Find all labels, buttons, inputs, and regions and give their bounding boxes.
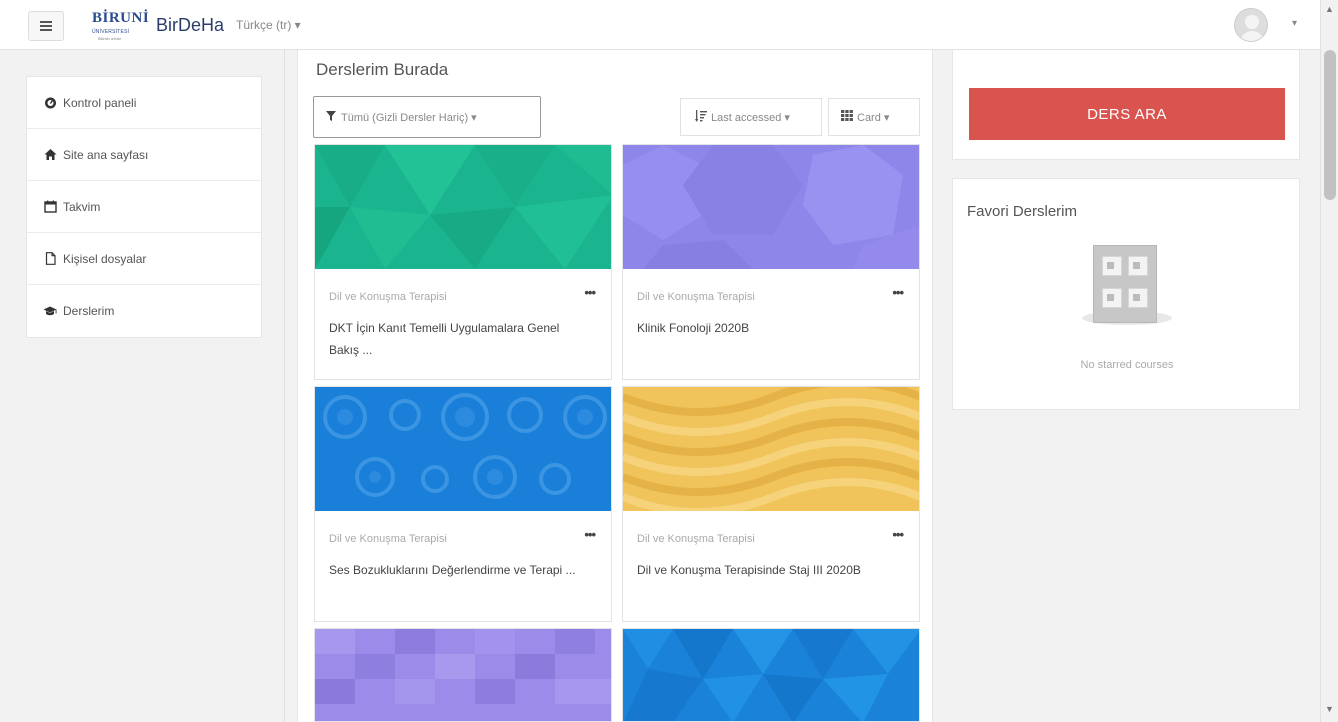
course-overview: Derslerim Burada Tümü (Gizli Dersler Har… <box>297 50 933 722</box>
nav-drawer: Kontrol paneli Site ana sayfası Takvim K… <box>0 50 285 722</box>
top-navbar: BİRUNİ ÜNİVERSİTESİ Bilimin izinde BirDe… <box>0 0 1320 50</box>
course-filter-dropdown[interactable]: Tümü (Gizli Dersler Hariç) ▾ <box>313 96 541 138</box>
course-name[interactable]: Dil ve Konuşma Terapisinde Staj III 2020… <box>637 559 893 581</box>
scroll-down-arrow-icon[interactable]: ▼ <box>1325 704 1334 714</box>
sidebar-item-label: Kişisel dosyalar <box>63 251 147 266</box>
course-search-button[interactable]: DERS ARA <box>969 88 1285 140</box>
course-card[interactable]: Dil ve Konuşma Terapisi ••• Ses Bozukluk… <box>314 386 612 622</box>
sidebar-item-private-files[interactable]: Kişisel dosyalar <box>27 233 261 285</box>
language-menu[interactable]: Türkçe (tr) ▾ <box>236 18 301 32</box>
sidebar-item-label: Kontrol paneli <box>63 95 137 110</box>
sidebar-item-label: Site ana sayfası <box>63 147 149 162</box>
course-card[interactable] <box>314 628 612 722</box>
course-category: Dil ve Konuşma Terapisi <box>329 291 447 303</box>
file-icon <box>43 252 57 266</box>
right-sidebar: DERS ARA Favori Derslerim No starred cou… <box>940 50 1320 722</box>
sort-label: Last accessed ▾ <box>711 111 790 124</box>
course-name[interactable]: DKT İçin Kanıt Temelli Uygulamalara Gene… <box>329 317 585 361</box>
course-category: Dil ve Konuşma Terapisi <box>637 291 755 303</box>
page-scrollbar[interactable]: ▲ ▼ <box>1320 0 1338 722</box>
course-image <box>623 629 919 721</box>
course-card[interactable] <box>622 628 920 722</box>
sidebar-item-site-home[interactable]: Site ana sayfası <box>27 129 261 181</box>
course-name[interactable]: Klinik Fonoloji 2020B <box>637 317 893 339</box>
filter-icon <box>326 110 336 124</box>
sidebar-item-calendar[interactable]: Takvim <box>27 181 261 233</box>
view-mode-dropdown[interactable]: Card ▾ <box>828 98 920 136</box>
course-category: Dil ve Konuşma Terapisi <box>637 533 755 545</box>
empty-courses-icon <box>1093 245 1157 323</box>
sidebar-item-my-courses[interactable]: Derslerim <box>27 285 261 337</box>
sidebar-item-label: Derslerim <box>63 304 115 318</box>
starred-courses-title: Favori Derslerim <box>967 203 1078 220</box>
course-image <box>623 387 919 511</box>
course-card[interactable]: Dil ve Konuşma Terapisi ••• DKT İçin Kan… <box>314 144 612 380</box>
home-icon <box>43 148 57 162</box>
course-card[interactable]: Dil ve Konuşma Terapisi ••• Dil ve Konuş… <box>622 386 920 622</box>
brand[interactable]: BİRUNİ ÜNİVERSİTESİ Bilimin izinde BirDe… <box>90 8 224 42</box>
scroll-up-arrow-icon[interactable]: ▲ <box>1325 4 1334 14</box>
page-title: Derslerim Burada <box>316 60 449 79</box>
menu-toggle-button[interactable] <box>28 11 64 41</box>
more-options-icon[interactable]: ••• <box>584 285 596 300</box>
course-card[interactable]: Dil ve Konuşma Terapisi ••• Klinik Fonol… <box>622 144 920 380</box>
starred-courses-empty-message: No starred courses <box>1080 359 1174 371</box>
user-avatar[interactable] <box>1234 8 1268 42</box>
course-image <box>315 145 611 269</box>
logo-subtext: ÜNİVERSİTESİ <box>92 29 130 35</box>
logo-text: BİRUNİ <box>92 10 150 26</box>
course-name[interactable]: Ses Bozukluklarını Değerlendirme ve Tera… <box>329 559 585 581</box>
course-category: Dil ve Konuşma Terapisi <box>329 533 447 545</box>
grid-icon <box>841 110 853 124</box>
graduation-cap-icon <box>43 304 57 318</box>
sidebar-item-dashboard[interactable]: Kontrol paneli <box>27 77 261 129</box>
more-options-icon[interactable]: ••• <box>892 527 904 542</box>
course-image <box>315 387 611 511</box>
sort-dropdown[interactable]: Last accessed ▾ <box>680 98 822 136</box>
starred-courses-block: Favori Derslerim No starred courses <box>952 178 1300 410</box>
course-search-block: DERS ARA <box>952 50 1300 160</box>
hamburger-icon <box>40 21 52 31</box>
calendar-icon <box>43 200 57 214</box>
course-image <box>315 629 611 721</box>
logo-tagline: Bilimin izinde <box>98 36 122 41</box>
more-options-icon[interactable]: ••• <box>584 527 596 542</box>
view-label: Card ▾ <box>857 111 890 124</box>
user-menu-caret-icon[interactable]: ▾ <box>1292 18 1297 29</box>
scrollbar-thumb[interactable] <box>1324 50 1336 200</box>
university-logo: BİRUNİ ÜNİVERSİTESİ Bilimin izinde <box>90 8 150 42</box>
filter-label: Tümü (Gizli Dersler Hariç) ▾ <box>341 111 477 124</box>
more-options-icon[interactable]: ••• <box>892 285 904 300</box>
dashboard-icon <box>43 96 57 110</box>
sort-icon <box>695 109 707 125</box>
nav-list: Kontrol paneli Site ana sayfası Takvim K… <box>26 76 262 338</box>
course-image <box>623 145 919 269</box>
site-name: BirDeHa <box>156 14 225 35</box>
sidebar-item-label: Takvim <box>63 199 101 214</box>
